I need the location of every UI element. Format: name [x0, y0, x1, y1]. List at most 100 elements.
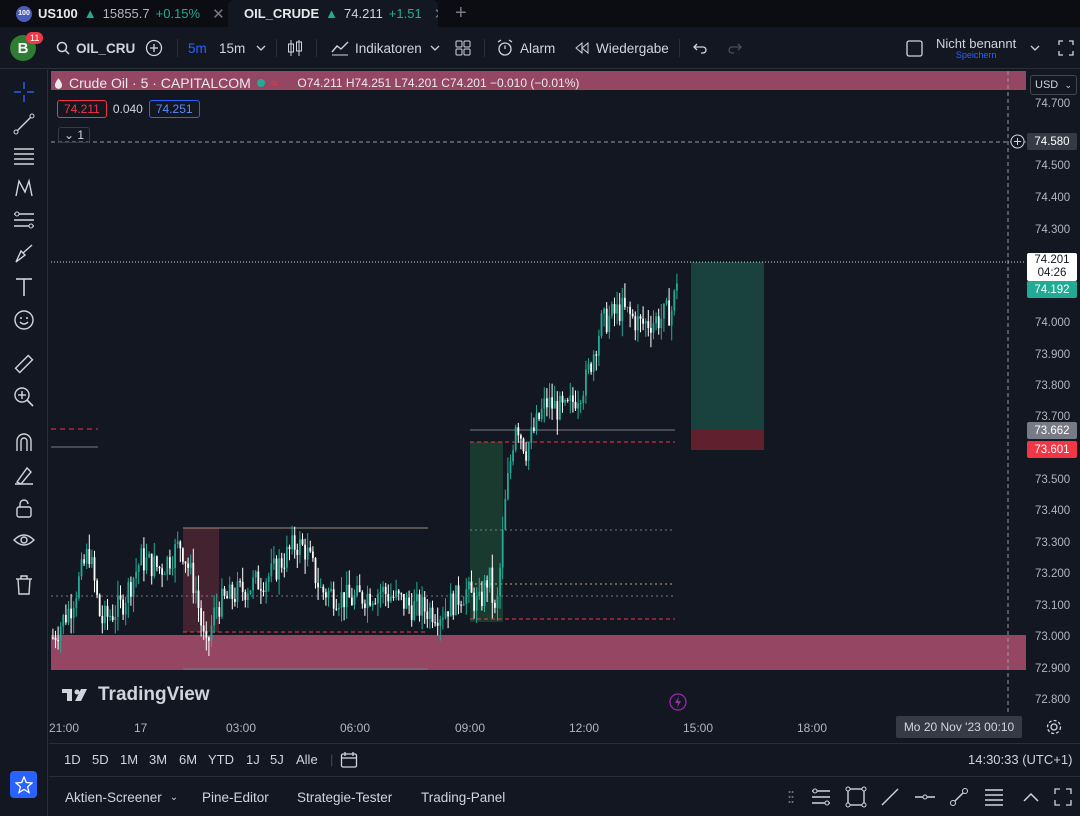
range-5d-button[interactable]: 5D [92, 744, 109, 775]
fib-retracement-icon[interactable] [12, 144, 36, 168]
candle-body [577, 403, 579, 409]
candle-body [257, 571, 260, 590]
layout-checkbox-icon[interactable] [906, 27, 923, 69]
rectangle-tool-icon[interactable] [844, 785, 868, 809]
symbol-search-button[interactable]: OIL_CRU [56, 27, 135, 69]
candle-body [572, 395, 574, 402]
candle-body [509, 461, 512, 473]
range-5j-button[interactable]: 5J [270, 744, 284, 775]
range-6m-button[interactable]: 6M [179, 744, 197, 775]
chart-pane[interactable] [49, 70, 1080, 743]
candle-body [618, 304, 621, 322]
legend-collapse-toggle[interactable]: ⌄ 1 [58, 127, 91, 143]
forecast-icon[interactable] [12, 208, 36, 232]
settings-gear-icon[interactable] [1046, 719, 1062, 740]
close-tab-icon[interactable]: ✕ [212, 5, 225, 23]
tradingview-logo[interactable]: TradingView [62, 684, 210, 706]
path-tool-icon[interactable] [947, 785, 971, 809]
lock-icon[interactable] [12, 496, 36, 520]
range-1m-button[interactable]: 1M [120, 744, 138, 775]
stay-in-drawing-mode-icon[interactable] [12, 463, 36, 487]
series-title[interactable]: Crude Oil · 5 · CAPITALCOM [69, 75, 251, 91]
candle-body [208, 637, 210, 641]
indicators-button[interactable]: Indikatoren [331, 27, 422, 69]
candle-body [122, 599, 124, 615]
tab-stock-screener[interactable]: Aktien-Screener ⌄ [65, 777, 178, 816]
fib-tool-icon[interactable] [982, 785, 1006, 809]
emoji-icon[interactable] [12, 308, 36, 332]
collapse-panel-chevron-up-icon[interactable] [1019, 785, 1043, 809]
compare-button[interactable] [145, 27, 163, 69]
ruler-icon[interactable] [12, 352, 36, 376]
indicators-chevron-icon[interactable] [430, 27, 440, 69]
bar-countdown: 04:26 [1037, 267, 1067, 279]
text-tool-icon[interactable] [12, 275, 36, 299]
candle-body [600, 313, 603, 337]
tab-pine-editor[interactable]: Pine-Editor [202, 777, 269, 816]
data-status-icon: ≈ [270, 76, 278, 90]
eye-icon[interactable] [12, 528, 36, 552]
candle-body [452, 593, 455, 616]
horizontal-line-tool-icon[interactable] [913, 785, 937, 809]
price-chart[interactable] [49, 70, 1080, 743]
watchlist-star-button[interactable] [10, 771, 37, 798]
candle-body [163, 574, 166, 576]
horizontal-lines-tool-icon[interactable] [809, 785, 833, 809]
range-1j-button[interactable]: 1J [246, 744, 260, 775]
range-3m-button[interactable]: 3M [149, 744, 167, 775]
interval-dropdown-chevron-icon[interactable] [256, 27, 266, 69]
tab-strategy-tester[interactable]: Strategie-Tester [297, 777, 392, 816]
clock-timezone[interactable]: 14:30:33 (UTC+1) [968, 744, 1072, 775]
trend-line-icon[interactable] [12, 112, 36, 136]
candle-body [504, 498, 507, 530]
undo-icon[interactable] [692, 27, 708, 69]
add-alert-plus-icon[interactable] [1010, 134, 1025, 154]
candle-body [514, 427, 517, 451]
crosshair-icon[interactable] [12, 80, 36, 104]
candle-body [423, 597, 426, 612]
redo-icon[interactable] [727, 27, 743, 69]
candle-body [371, 603, 374, 606]
currency-label: USD [1035, 79, 1059, 91]
sell-price-button[interactable]: 74.211 [57, 100, 107, 118]
pattern-icon[interactable] [12, 176, 36, 200]
chart-type-button[interactable] [287, 27, 303, 69]
brush-icon[interactable] [12, 242, 36, 266]
trash-icon[interactable] [12, 573, 36, 597]
drag-handle-icon[interactable] [786, 785, 796, 809]
range-ytd-button[interactable]: YTD [208, 744, 234, 775]
candle-body [280, 558, 283, 568]
tab-trading-panel[interactable]: Trading-Panel [421, 777, 505, 816]
tab-us100[interactable]: 100 US100 ▲ 15855.7 +0.15% ✕ [16, 0, 226, 27]
fullscreen-icon[interactable] [1058, 27, 1074, 69]
close-tab-icon[interactable]: ✕ [434, 5, 438, 23]
trend-line-tool-icon[interactable] [878, 785, 902, 809]
stop-loss-price-tag: 73.601 [1027, 441, 1077, 458]
maximize-panel-icon[interactable] [1051, 785, 1075, 809]
layout-name-button[interactable]: Nicht benannt Speichern [936, 27, 1016, 69]
goto-date-calendar-icon[interactable] [340, 744, 358, 775]
alert-button[interactable]: Alarm [496, 27, 555, 69]
candle-body [574, 401, 577, 409]
currency-select[interactable]: USD ⌄ [1030, 75, 1077, 95]
candle-body [481, 591, 483, 606]
candle-body [291, 535, 293, 550]
lightning-icon[interactable] [669, 693, 687, 716]
range-1d-button[interactable]: 1D [64, 744, 81, 775]
interval-15m-button[interactable]: 15m [219, 27, 245, 69]
new-tab-plus-icon[interactable]: + [455, 2, 467, 25]
layout-chevron-icon[interactable] [1030, 27, 1040, 69]
interval-5m-button[interactable]: 5m [188, 27, 207, 69]
range-all-button[interactable]: Alle [296, 744, 318, 775]
tab-oil-crude[interactable]: OIL_CRUDE ▲ 74.211 +1.51 ✕ [228, 0, 438, 27]
magnet-icon[interactable] [12, 430, 36, 454]
price-axis-label: 74.700 [1035, 98, 1071, 110]
replay-button[interactable]: Wiedergabe [574, 27, 669, 69]
date-range-bar: 1D 5D 1M 3M 6M YTD 1J 5J Alle | 14:30:33… [49, 743, 1080, 774]
zoom-in-icon[interactable] [12, 385, 36, 409]
candle-body [491, 567, 494, 603]
buy-price-button[interactable]: 74.251 [148, 100, 200, 118]
candle-body [418, 594, 421, 616]
candle-body [109, 616, 111, 618]
layouts-button[interactable] [455, 27, 471, 69]
